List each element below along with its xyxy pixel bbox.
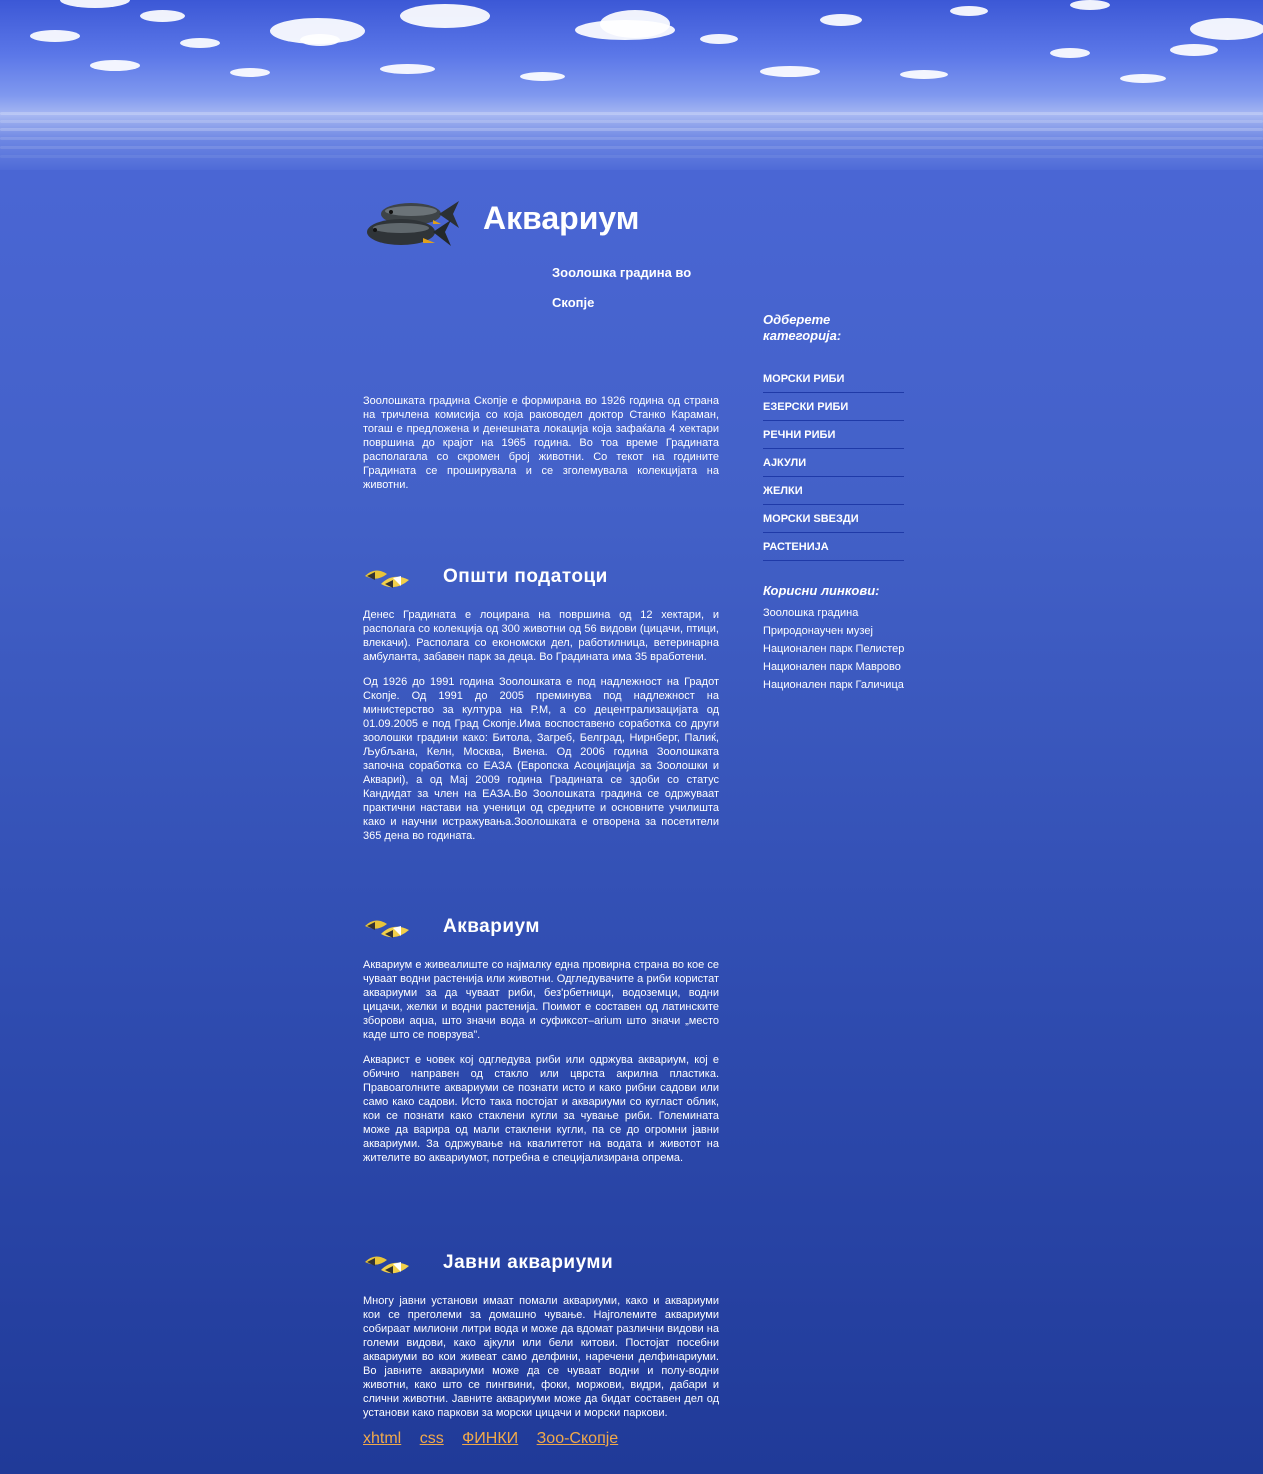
- sidebar: Одберете категорија: МОРСКИ РИБИ ЕЗЕРСКИ…: [763, 312, 904, 694]
- section-heading-public-aquariums: Јавни аквариуми: [363, 1252, 719, 1282]
- section-paragraph: Акварист е човек кој одгледува риби или …: [363, 1054, 719, 1164]
- useful-links-title: Корисни линкови:: [763, 583, 880, 598]
- category-item-turtles[interactable]: ЖЕЛКИ: [763, 478, 904, 505]
- section-heading-text: Аквариум: [443, 916, 540, 937]
- section-paragraph: Од 1926 до 1991 година Зоолошката е под …: [363, 676, 719, 842]
- categories-title: Одберете категорија:: [763, 312, 842, 343]
- footer-link-xhtml[interactable]: xhtml: [363, 1430, 401, 1447]
- useful-links-list: Зоолошка градина Природонаучен музеј Нац…: [763, 604, 904, 694]
- category-item-sharks[interactable]: АЈКУЛИ: [763, 450, 904, 477]
- link-pelister-park[interactable]: Национален парк Пелистер: [763, 640, 904, 658]
- fish-pair-icon: [365, 570, 409, 588]
- category-item-lake-fish[interactable]: ЕЗЕРСКИ РИБИ: [763, 394, 904, 421]
- section-heading-text: Јавни аквариуми: [443, 1252, 614, 1273]
- link-zoo[interactable]: Зоолошка градина: [763, 604, 904, 622]
- category-item-starfish[interactable]: МОРСКИ ЅВЕЗДИ: [763, 506, 904, 533]
- category-list: МОРСКИ РИБИ ЕЗЕРСКИ РИБИ РЕЧНИ РИБИ АЈКУ…: [763, 366, 904, 561]
- category-item-river-fish[interactable]: РЕЧНИ РИБИ: [763, 422, 904, 449]
- fish-pair-icon: [365, 920, 409, 938]
- fish-pair-icon: [365, 1256, 409, 1274]
- category-item-sea-fish[interactable]: МОРСКИ РИБИ: [763, 366, 904, 393]
- link-mavrovo-park[interactable]: Национален парк Маврово: [763, 658, 904, 676]
- section-heading-text: Општи податоци: [443, 566, 608, 587]
- intro-paragraph: Зоолошката градина Скопје е формирана во…: [363, 395, 719, 491]
- footer-link-finki[interactable]: ФИНКИ: [462, 1430, 518, 1447]
- page-subtitle: Зоолошка градина во Скопје: [552, 265, 692, 310]
- category-item-plants[interactable]: РАСТЕНИЈА: [763, 534, 904, 561]
- footer-links: xhtml css ФИНКИ Зоо-Скопје: [363, 1430, 632, 1448]
- fish-logo-icon: [367, 201, 459, 246]
- link-galicica-park[interactable]: Национален парк Галичица: [763, 676, 904, 694]
- section-heading-aquarium: Аквариум: [363, 916, 719, 946]
- section-heading-general: Општи податоци: [363, 566, 719, 596]
- page-title: Аквариум: [483, 200, 640, 236]
- footer-link-zoo-skopje[interactable]: Зоо-Скопје: [537, 1430, 619, 1447]
- link-natural-history-museum[interactable]: Природонаучен музеј: [763, 622, 904, 640]
- section-paragraph: Аквариум е живеалиште со најмалку една п…: [363, 959, 719, 1041]
- section-paragraph: Многу јавни установи имаат помали аквари…: [363, 1295, 719, 1419]
- footer-link-css[interactable]: css: [420, 1430, 444, 1447]
- section-paragraph: Денес Градината е лоцирана на површина о…: [363, 609, 719, 663]
- sky-ocean-banner: [0, 0, 1263, 170]
